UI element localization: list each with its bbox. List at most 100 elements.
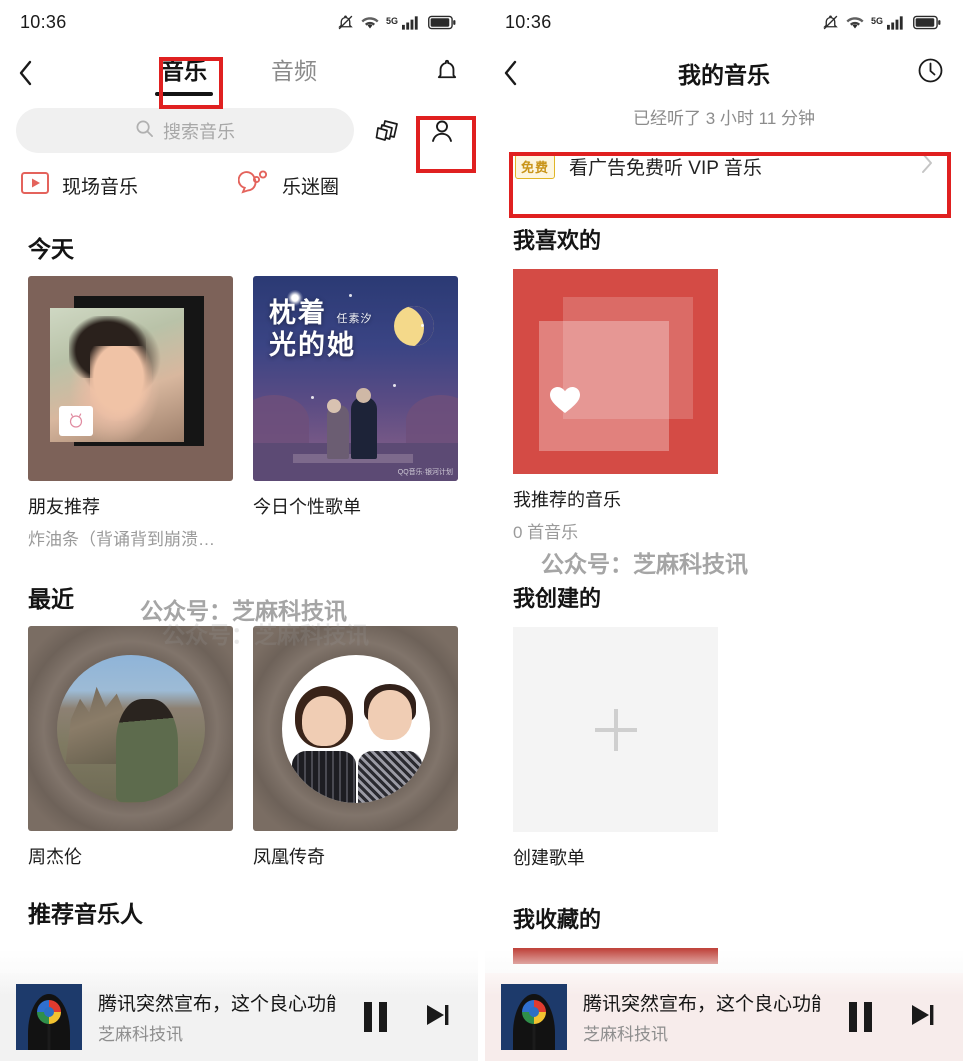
tab-audio[interactable]: 音频 — [265, 50, 323, 96]
pause-button[interactable] — [352, 1002, 398, 1032]
vip-banner-text: 看广告免费听 VIP 音乐 — [569, 157, 762, 179]
created-tile-group: 创建歌单 — [485, 627, 963, 870]
status-icons: 5G — [337, 14, 456, 31]
card-subtitle: 炸油条（背诵背到崩溃… — [28, 530, 215, 549]
profile-icon[interactable] — [422, 111, 462, 151]
signal-icon — [887, 15, 906, 30]
art-caption-line1: 枕着 — [269, 298, 327, 328]
art-head — [356, 388, 371, 403]
mini-player[interactable]: 腾讯突然宣布，这个良心功能 芝麻科技讯 — [485, 973, 963, 1061]
next-track-icon — [422, 1000, 452, 1035]
scroll-fade — [0, 949, 478, 973]
quick-entry-row: 现场音乐 乐迷圈 — [0, 157, 478, 208]
section-title-collected: 我收藏的 — [513, 907, 602, 932]
artwork-logo — [522, 1000, 546, 1024]
player-subtitle: 芝麻科技讯 — [583, 1025, 668, 1044]
nav-tab-list: 音乐 音频 — [0, 50, 478, 96]
artist-art — [28, 626, 233, 831]
section-title-recommended-artists: 推荐音乐人 — [28, 901, 143, 927]
art-star — [311, 396, 314, 399]
art-hill — [253, 395, 309, 447]
signal-icon — [402, 15, 421, 30]
mute-bell-icon — [337, 14, 354, 31]
shake-cards-icon[interactable] — [368, 111, 408, 151]
notifications-button[interactable] — [434, 57, 460, 90]
pause-button[interactable] — [837, 1002, 883, 1032]
vip-free-listen-banner[interactable]: 免费 看广告免费听 VIP 音乐 — [501, 135, 947, 197]
album-art — [28, 276, 233, 481]
card-title: 今日个性歌单 — [253, 497, 361, 517]
favorites-tile-group: 我推荐的音乐 0 首音乐 — [485, 269, 963, 543]
quick-entry-fan-circle[interactable]: 乐迷圈 — [237, 169, 456, 202]
card-artist-duo[interactable]: 凤凰传奇 — [253, 626, 458, 869]
artist-body — [292, 750, 357, 803]
art-star — [393, 384, 396, 387]
back-button[interactable] — [18, 60, 52, 86]
tab-music[interactable]: 音乐 — [155, 50, 213, 96]
player-meta: 腾讯突然宣布，这个良心功能 芝麻科技讯 — [98, 989, 336, 1045]
section-title-favorites: 我喜欢的 — [513, 228, 602, 253]
chevron-right-icon — [920, 152, 933, 180]
watermark-ghost: 公众号：芝麻科技讯 — [162, 622, 369, 648]
artist-head — [302, 696, 347, 747]
status-bar: 10:36 5G — [0, 0, 478, 44]
art-person — [327, 405, 349, 459]
card-artist-jay[interactable]: 周杰伦 — [28, 626, 233, 869]
quick-entry-label: 乐迷圈 — [282, 177, 340, 198]
player-title: 腾讯突然宣布，这个良心功能 — [583, 994, 821, 1015]
card-title: 朋友推荐 — [28, 497, 100, 517]
status-bar: 10:36 5G — [485, 0, 963, 44]
scroll-fade — [485, 949, 963, 973]
playlist-count: 0 首音乐 — [513, 523, 579, 542]
network-type-label: 5G — [385, 15, 398, 26]
next-track-button[interactable] — [899, 1000, 945, 1035]
search-placeholder: 搜索音乐 — [163, 121, 235, 142]
art-caption: 枕着 任素汐 光的她 — [269, 298, 407, 362]
mini-player[interactable]: 腾讯突然宣布，这个良心功能 芝麻科技讯 — [0, 973, 478, 1061]
quick-entry-live-music[interactable]: 现场音乐 — [20, 169, 238, 202]
pause-icon — [848, 1002, 872, 1032]
recent-card-row[interactable]: 周杰伦 凤凰传奇 — [0, 626, 478, 869]
card-daily-playlist[interactable]: 枕着 任素汐 光的她 QQ音乐·银河计划 今日个性歌单 — [253, 276, 458, 550]
search-input[interactable]: 搜索音乐 — [16, 108, 354, 153]
art-watermark: QQ音乐·银河计划 — [397, 469, 453, 476]
create-playlist-tile[interactable] — [513, 627, 718, 832]
card-title: 周杰伦 — [28, 847, 82, 867]
status-time: 10:36 — [505, 11, 552, 32]
artwork-logo — [37, 1000, 61, 1024]
plus-icon — [594, 708, 637, 751]
wifi-icon — [361, 15, 379, 30]
dual-screenshot-container: 10:36 5G 音乐 音频 搜索音乐 现场音乐 乐迷圈 今天 朋友推荐 炸油条… — [0, 0, 963, 1061]
art-caption-artist: 任素汐 — [336, 313, 373, 325]
artist-photo — [281, 654, 430, 803]
art-person — [351, 397, 377, 459]
card-friend-recommendation[interactable]: 朋友推荐 炸油条（背诵背到崩溃… — [28, 276, 233, 550]
artist-photo — [56, 654, 205, 803]
battery-icon — [913, 15, 941, 30]
right-panel-my-music: 10:36 5G 我的音乐 已经听了 3 小时 11 分钟 免费 看广告免费听 … — [485, 0, 963, 1061]
today-card-row[interactable]: 朋友推荐 炸油条（背诵背到崩溃… 枕着 任素汐 光的她 QQ音乐·银河计划 今日… — [0, 276, 478, 550]
artist-head — [367, 690, 412, 741]
album-art: 枕着 任素汐 光的她 QQ音乐·银河计划 — [253, 276, 458, 481]
right-nav-bar: 我的音乐 — [485, 44, 963, 102]
watermark: 公众号：芝麻科技讯 — [541, 551, 748, 577]
artist-figure — [290, 686, 358, 803]
create-playlist-label: 创建歌单 — [513, 848, 585, 868]
free-badge: 免费 — [515, 153, 556, 179]
art-sticker — [59, 406, 93, 436]
art-hill — [406, 395, 458, 447]
search-icon — [135, 119, 154, 143]
artist-body — [357, 750, 422, 803]
art-caption-line2: 光的她 — [269, 329, 356, 360]
quick-entry-label: 现场音乐 — [62, 177, 139, 198]
artist-art — [253, 626, 458, 831]
left-nav-bar: 音乐 音频 — [0, 44, 478, 102]
playlist-tile-favorites[interactable] — [513, 269, 718, 474]
heart-icon — [549, 385, 581, 415]
art-star — [349, 294, 352, 297]
mute-bell-icon — [822, 14, 839, 31]
player-subtitle: 芝麻科技讯 — [98, 1025, 183, 1044]
live-video-icon — [20, 170, 50, 201]
wifi-icon — [846, 15, 864, 30]
next-track-button[interactable] — [414, 1000, 460, 1035]
